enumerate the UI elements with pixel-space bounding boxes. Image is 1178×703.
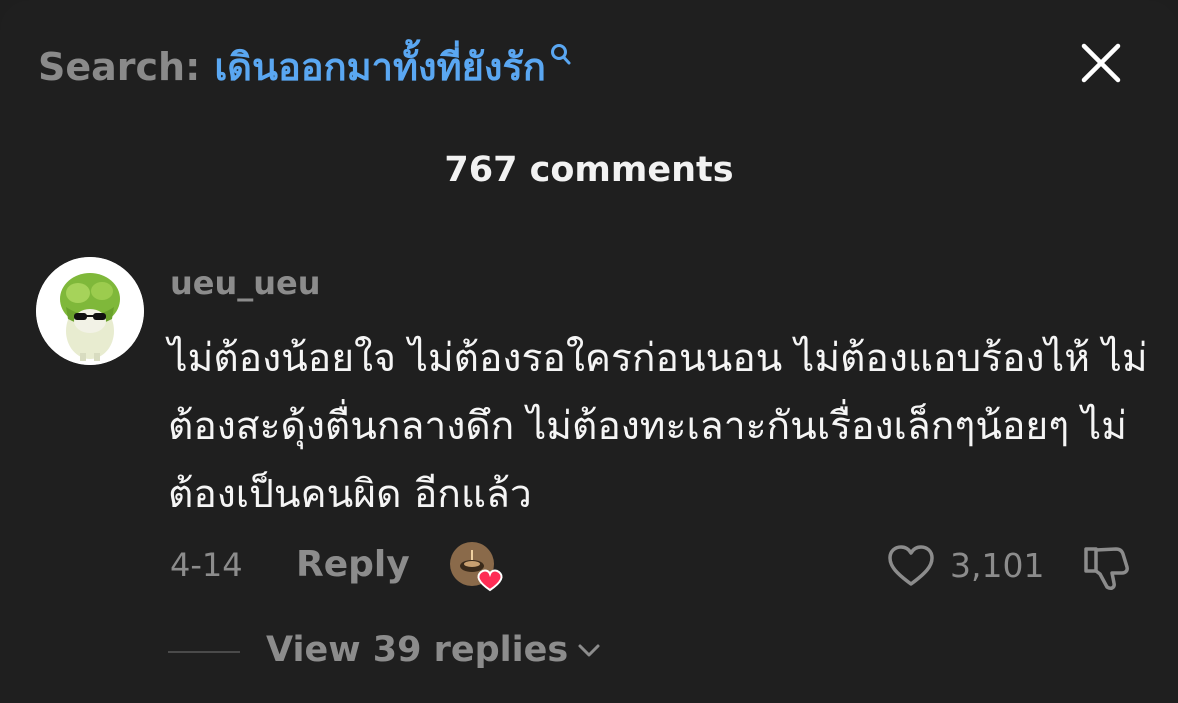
search-query-link[interactable]: เดินออกมาทั้งที่ยังรัก — [214, 36, 546, 97]
replies-divider — [168, 651, 240, 653]
comment-username[interactable]: ueu_ueu — [170, 264, 321, 302]
like-count: 3,101 — [950, 546, 1045, 585]
close-icon[interactable] — [1076, 38, 1126, 88]
reply-button[interactable]: Reply — [296, 544, 410, 585]
comment-text: ไม่ต้องน้อยใจ ไม่ต้องรอใครก่อนนอน ไม่ต้อ… — [168, 336, 1148, 517]
like-button[interactable] — [886, 542, 936, 590]
close-button[interactable] — [1076, 38, 1126, 88]
dislike-button[interactable] — [1080, 541, 1132, 593]
creator-liked-badge — [448, 540, 508, 596]
heart-outline-icon[interactable] — [886, 542, 936, 590]
comments-count: 767 comments — [444, 150, 734, 190]
search-bar[interactable]: Search: เดินออกมาทั้งที่ยังรัก — [38, 36, 572, 97]
view-replies-label: View 39 replies — [266, 630, 569, 670]
heart-icon — [477, 569, 503, 592]
view-replies-button[interactable]: View 39 replies — [266, 630, 602, 670]
comments-panel: Search: เดินออกมาทั้งที่ยังรัก 767 comme… — [0, 0, 1178, 703]
chevron-down-icon — [578, 644, 600, 657]
search-icon[interactable] — [550, 34, 572, 65]
comment-date: 4-14 — [170, 546, 243, 584]
search-prefix: Search: — [38, 45, 201, 89]
avatar[interactable] — [36, 257, 144, 365]
thumbs-down-icon[interactable] — [1080, 541, 1132, 593]
